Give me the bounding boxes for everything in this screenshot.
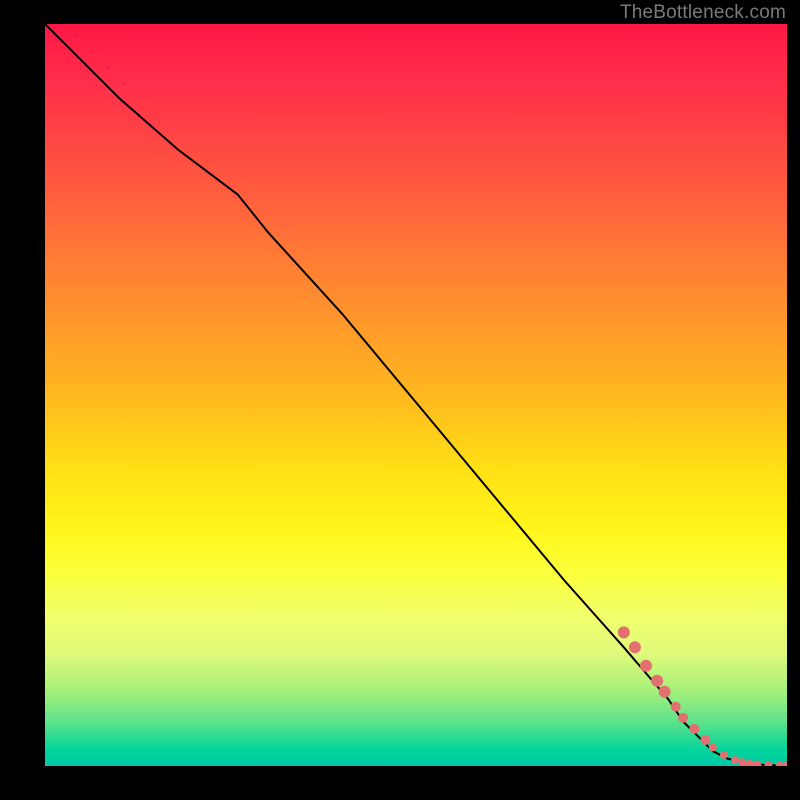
data-marker	[783, 761, 787, 766]
chart-frame: TheBottleneck.com	[0, 0, 800, 800]
data-marker	[640, 660, 652, 672]
data-marker	[659, 686, 671, 698]
data-marker	[629, 641, 641, 653]
data-marker	[776, 761, 784, 766]
data-marker	[678, 713, 688, 723]
data-marker	[651, 675, 663, 687]
data-marker	[731, 756, 739, 764]
data-marker	[618, 626, 630, 638]
data-marker	[746, 760, 754, 766]
data-marker	[671, 702, 681, 712]
data-marker	[689, 724, 699, 734]
data-marker	[709, 744, 717, 752]
curve-line	[45, 24, 787, 765]
watermark-label: TheBottleneck.com	[620, 2, 786, 24]
data-marker	[700, 735, 710, 745]
data-marker	[764, 761, 772, 766]
data-marker	[720, 751, 728, 759]
data-marker	[753, 761, 761, 767]
data-markers	[618, 626, 787, 766]
plot-area	[45, 24, 787, 766]
chart-overlay	[45, 24, 787, 766]
data-marker	[739, 758, 747, 766]
